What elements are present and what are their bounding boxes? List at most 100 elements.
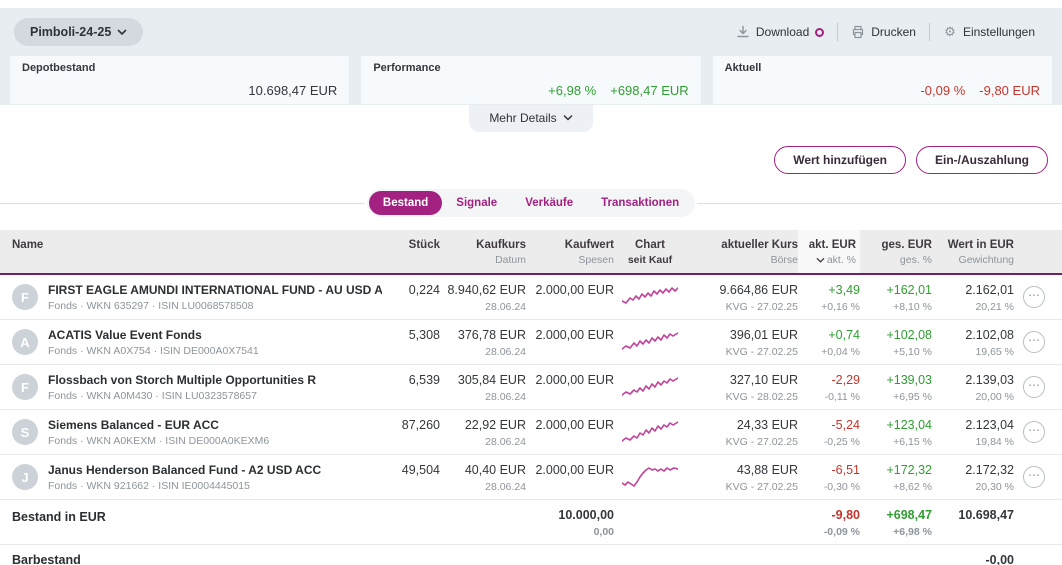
aktueller-kurs-value: 24,33 EURKVG - 27.02.25 xyxy=(686,410,798,454)
kauf-datum: 28.06.24 xyxy=(440,391,526,403)
fund-name[interactable]: ACATIS Value Event Fonds xyxy=(48,328,259,342)
bestand-label: Bestand in EUR xyxy=(12,500,526,544)
col-kaufkurs: Kaufkurs Datum xyxy=(440,230,526,273)
stueck-value: 87,260 xyxy=(388,410,440,454)
fund-sub: Fonds · WKN 635297 · ISIN LU0068578508 xyxy=(48,300,382,312)
portfolio-selector[interactable]: Pimboli-24-25 xyxy=(14,18,143,46)
top-band: Pimboli-24-25 Download Drucken ⚙ Einstel… xyxy=(0,8,1062,105)
col-stueck: Stück xyxy=(388,230,440,273)
kaufkurs-value: 40,40 EUR28.06.24 xyxy=(440,455,526,499)
avatar: F xyxy=(12,374,38,400)
table-row[interactable]: S Siemens Balanced - EUR ACC Fonds · WKN… xyxy=(0,410,1062,455)
row-menu-button[interactable]: ⋯ xyxy=(1023,331,1045,353)
tab-transaktionen[interactable]: Transaktionen xyxy=(587,191,693,215)
action-buttons: Wert hinzufügen Ein-/Auszahlung xyxy=(0,132,1062,174)
row-menu-button[interactable]: ⋯ xyxy=(1023,466,1045,488)
tab-bestand[interactable]: Bestand xyxy=(369,191,442,215)
add-value-button[interactable]: Wert hinzufügen xyxy=(774,146,906,174)
table-row[interactable]: F Flossbach von Storch Multiple Opportun… xyxy=(0,365,1062,410)
download-button[interactable]: Download xyxy=(723,25,837,39)
portfolio-selector-label: Pimboli-24-25 xyxy=(30,25,111,39)
col-chart: Chart seit Kauf xyxy=(614,230,686,273)
ges-eur-value: +162,01+8,10 % xyxy=(860,275,932,319)
fund-sub: Fonds · WKN A0M430 · ISIN LU0323578657 xyxy=(48,390,316,402)
settings-button[interactable]: ⚙ Einstellungen xyxy=(930,25,1048,39)
performance-value: +698,47 EUR xyxy=(610,83,688,98)
gewichtung: 19,65 % xyxy=(932,346,1014,358)
bestand-akt: -9,80-0,09 % xyxy=(798,500,860,544)
chevron-down-icon xyxy=(563,113,573,123)
wert-value: 2.102,0819,65 % xyxy=(932,320,1014,364)
download-label: Download xyxy=(756,25,809,39)
kaufwert-value: 2.000,00 EUR xyxy=(526,320,614,364)
download-badge-icon xyxy=(815,28,824,37)
depot-value: 10.698,47 EUR xyxy=(248,83,337,98)
bestand-wert: 10.698,47 xyxy=(932,500,1014,544)
stueck-value: 49,504 xyxy=(388,455,440,499)
stueck-value: 6,539 xyxy=(388,365,440,409)
fund-name[interactable]: FIRST EAGLE AMUNDI INTERNATIONAL FUND - … xyxy=(48,283,382,297)
col-name: Name xyxy=(12,230,388,273)
avatar: A xyxy=(12,329,38,355)
avatar: J xyxy=(12,464,38,490)
sparkline-chart[interactable] xyxy=(614,455,686,499)
aktuell-percent: -0,09 % xyxy=(920,83,965,98)
fund-name[interactable]: Janus Henderson Balanced Fund - A2 USD A… xyxy=(48,463,321,477)
print-button[interactable]: Drucken xyxy=(838,25,929,39)
bestand-ges: +698,47+6,98 % xyxy=(860,500,932,544)
row-menu-button[interactable]: ⋯ xyxy=(1023,286,1045,308)
kauf-datum: 28.06.24 xyxy=(440,436,526,448)
divider xyxy=(0,203,365,204)
wert-value: 2.172,3220,30 % xyxy=(932,455,1014,499)
chevron-down-icon xyxy=(117,27,127,37)
boerse-info: KVG - 27.02.25 xyxy=(686,346,798,358)
table-row[interactable]: F FIRST EAGLE AMUNDI INTERNATIONAL FUND … xyxy=(0,275,1062,320)
table-row[interactable]: J Janus Henderson Balanced Fund - A2 USD… xyxy=(0,455,1062,500)
aktueller-kurs-value: 9.664,86 EURKVG - 27.02.25 xyxy=(686,275,798,319)
tabs-group: Bestand Signale Verkäufe Transaktionen xyxy=(367,189,695,217)
fund-name[interactable]: Siemens Balanced - EUR ACC xyxy=(48,418,269,432)
tabs-bar: Bestand Signale Verkäufe Transaktionen xyxy=(0,189,1062,217)
tab-signale[interactable]: Signale xyxy=(442,191,511,215)
kauf-datum: 28.06.24 xyxy=(440,301,526,313)
depot-card: Depotbestand 10.698,47 EUR xyxy=(10,56,349,104)
akt-eur-value: +3,49+0,16 % xyxy=(798,275,860,319)
bestand-summary-row: Bestand in EUR 10.000,000,00 -9,80-0,09 … xyxy=(0,500,1062,545)
wert-value: 2.123,0419,84 % xyxy=(932,410,1014,454)
kaufkurs-value: 376,78 EUR28.06.24 xyxy=(440,320,526,364)
row-menu-button[interactable]: ⋯ xyxy=(1023,421,1045,443)
akt-eur-value: -2,29-0,11 % xyxy=(798,365,860,409)
kaufkurs-value: 8.940,62 EUR28.06.24 xyxy=(440,275,526,319)
col-menu xyxy=(1014,230,1054,273)
ges-eur-value: +102,08+5,10 % xyxy=(860,320,932,364)
barbestand-label: Barbestand xyxy=(12,545,932,565)
gewichtung: 20,00 % xyxy=(932,391,1014,403)
performance-card: Performance +6,98 % +698,47 EUR xyxy=(361,56,700,104)
mehr-details-label: Mehr Details xyxy=(489,111,556,125)
gewichtung: 20,30 % xyxy=(932,481,1014,493)
avatar: F xyxy=(12,284,38,310)
sparkline-chart[interactable] xyxy=(614,275,686,319)
aktuell-card: Aktuell -0,09 % -9,80 EUR xyxy=(713,56,1052,104)
deposit-withdraw-button[interactable]: Ein-/Auszahlung xyxy=(916,146,1048,174)
kaufwert-value: 2.000,00 EUR xyxy=(526,455,614,499)
mehr-details-button[interactable]: Mehr Details xyxy=(469,105,592,132)
depot-label: Depotbestand xyxy=(22,62,337,74)
kaufkurs-value: 22,92 EUR28.06.24 xyxy=(440,410,526,454)
sparkline-chart[interactable] xyxy=(614,410,686,454)
kaufwert-value: 2.000,00 EUR xyxy=(526,365,614,409)
aktuell-value: -9,80 EUR xyxy=(979,83,1040,98)
col-akt-eur[interactable]: akt. EUR akt. % xyxy=(798,230,860,273)
sparkline-chart[interactable] xyxy=(614,365,686,409)
aktuell-label: Aktuell xyxy=(725,62,1040,74)
col-ges-eur: ges. EUR ges. % xyxy=(860,230,932,273)
col-wert: Wert in EUR Gewichtung xyxy=(932,230,1014,273)
fund-name[interactable]: Flossbach von Storch Multiple Opportunit… xyxy=(48,373,316,387)
tab-verkaeufe[interactable]: Verkäufe xyxy=(511,191,587,215)
table-row[interactable]: A ACATIS Value Event Fonds Fonds · WKN A… xyxy=(0,320,1062,365)
row-menu-button[interactable]: ⋯ xyxy=(1023,376,1045,398)
toolbar-actions: Download Drucken ⚙ Einstellungen xyxy=(723,23,1048,41)
sparkline-chart[interactable] xyxy=(614,320,686,364)
aktueller-kurs-value: 43,88 EURKVG - 27.02.25 xyxy=(686,455,798,499)
divider xyxy=(697,203,1062,204)
